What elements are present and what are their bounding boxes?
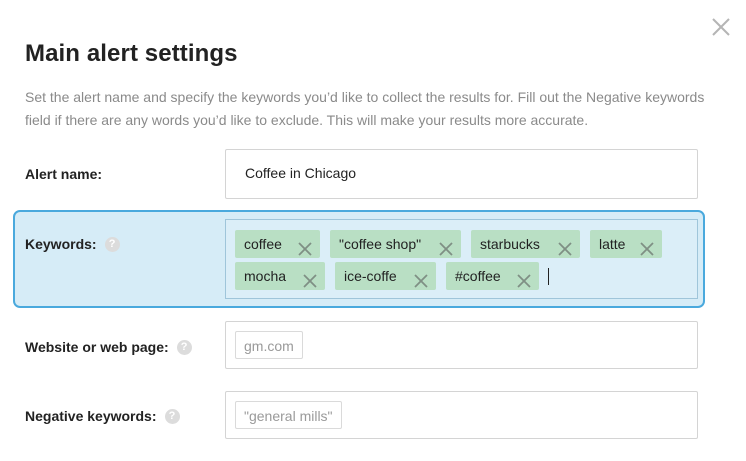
alert-settings-dialog: Main alert settings Set the alert name a… [0,0,746,461]
alert-name-value: Coffee in Chicago [245,165,357,181]
keyword-tag: latte [590,230,662,258]
website-label: Website or web page: ? [25,339,192,355]
remove-tag-icon[interactable] [640,237,654,256]
keywords-label: Keywords: ? [25,236,120,252]
remove-tag-icon[interactable] [439,237,453,256]
help-icon[interactable]: ? [104,236,120,252]
keyword-tag: "coffee shop" [330,230,461,258]
keywords-label-text: Keywords: [25,236,97,252]
alert-name-label: Alert name: [25,166,102,182]
keyword-tag-label: mocha [244,268,287,284]
text-caret [548,268,549,285]
keyword-tag: coffee [235,230,320,258]
remove-tag-icon[interactable] [298,237,312,256]
dialog-description: Set the alert name and specify the keywo… [25,89,705,128]
remove-tag-icon[interactable] [558,237,572,256]
keyword-tag: #coffee [446,262,539,290]
keyword-tag: ice-coffe [335,262,436,290]
keyword-tag: mocha [235,262,325,290]
keyword-tag-label: coffee [244,236,282,252]
website-label-text: Website or web page: [25,339,169,355]
remove-tag-icon[interactable] [414,269,428,288]
help-icon[interactable]: ? [164,408,180,424]
keyword-tag-label: ice-coffe [344,268,397,284]
help-icon[interactable]: ? [176,339,192,355]
website-placeholder: gm.com [235,331,303,359]
remove-tag-icon[interactable] [517,269,531,288]
alert-name-input[interactable]: Coffee in Chicago [225,149,698,199]
website-input[interactable]: gm.com [225,321,698,369]
keyword-tag-label: #coffee [455,268,501,284]
keyword-tag-label: starbucks [480,236,540,252]
remove-tag-icon[interactable] [303,269,317,288]
close-icon[interactable] [710,16,732,38]
keyword-tag-label: "coffee shop" [339,236,422,252]
alert-name-label-text: Alert name: [25,166,103,182]
keyword-tag-label: latte [599,236,626,252]
negative-keywords-label-text: Negative keywords: [25,408,157,424]
dialog-title: Main alert settings [25,40,238,67]
negative-keywords-label: Negative keywords: ? [25,408,180,424]
negative-keywords-placeholder: "general mills" [235,401,342,429]
negative-keywords-input[interactable]: "general mills" [225,391,698,439]
keyword-tag: starbucks [471,230,580,258]
